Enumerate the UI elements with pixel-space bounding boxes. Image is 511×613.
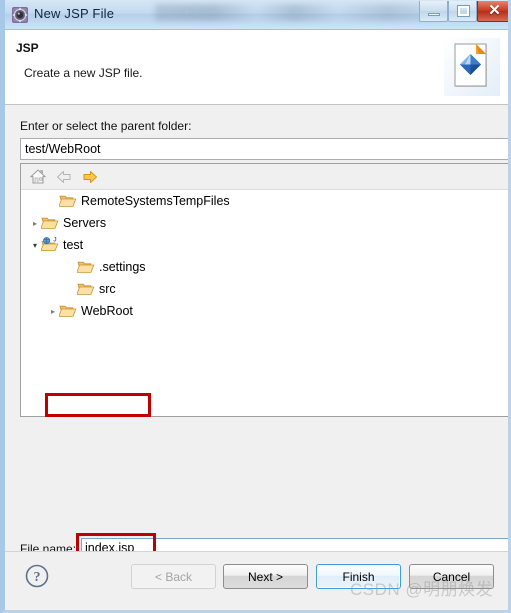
tree-item-label: WebRoot <box>81 304 133 318</box>
cancel-button[interactable]: Cancel <box>409 564 494 589</box>
new-jsp-file-dialog: New JSP File ✕ JSP Create a new JSP file… <box>0 0 511 613</box>
back-button[interactable]: < Back <box>131 564 216 589</box>
minimize-button[interactable] <box>419 1 448 22</box>
dialog-body: Enter or select the parent folder: test/… <box>5 105 508 599</box>
maximize-icon <box>458 6 469 16</box>
folder-tree[interactable]: RemoteSystemsTempFiles Servers J test .s… <box>21 190 508 416</box>
tree-item-label: RemoteSystemsTempFiles <box>81 194 230 208</box>
tree-item-settings[interactable]: .settings <box>21 256 146 278</box>
finish-button[interactable]: Finish <box>316 564 401 589</box>
tree-item-label: test <box>63 238 84 252</box>
page-title: JSP <box>16 41 39 55</box>
help-icon[interactable]: ? <box>25 564 49 588</box>
maximize-button[interactable] <box>448 1 477 22</box>
window-title: New JSP File <box>34 6 115 21</box>
next-button[interactable]: Next > <box>223 564 308 589</box>
title-bar: New JSP File ✕ <box>5 0 508 30</box>
svg-text:?: ? <box>34 570 41 585</box>
folder-icon <box>76 281 95 297</box>
tree-item-test[interactable]: J test <box>21 234 83 256</box>
page-description: Create a new JSP file. <box>24 66 143 80</box>
tree-item-servers[interactable]: Servers <box>21 212 106 234</box>
home-icon[interactable] <box>29 168 47 186</box>
tree-item-label: Servers <box>63 216 107 230</box>
svg-text:J: J <box>53 238 56 244</box>
close-button[interactable]: ✕ <box>477 1 508 22</box>
wizard-header: JSP Create a new JSP file. <box>5 30 508 105</box>
folder-icon <box>40 215 59 231</box>
title-bar-blur-artifact <box>155 4 445 21</box>
tree-item-src[interactable]: src <box>21 278 116 300</box>
dialog-footer: ? < Back Next > Finish Cancel CSDN @明朋焕发 <box>5 551 508 610</box>
parent-folder-input[interactable] <box>20 138 508 160</box>
back-arrow-icon[interactable] <box>55 168 73 186</box>
tree-toolbar <box>21 164 508 190</box>
minimize-icon <box>428 13 440 16</box>
tree-item-label: .settings <box>99 260 146 274</box>
folder-icon <box>58 193 77 209</box>
folder-tree-panel: RemoteSystemsTempFiles Servers J test .s… <box>20 163 508 417</box>
close-icon: ✕ <box>488 2 501 19</box>
jsp-file-icon <box>444 38 500 96</box>
chevron-collapsed-icon[interactable] <box>29 219 41 228</box>
folder-icon <box>58 303 77 319</box>
folder-icon <box>76 259 95 275</box>
parent-folder-label: Enter or select the parent folder: <box>20 119 192 133</box>
gear-icon <box>12 7 28 23</box>
tree-item-webroot[interactable]: WebRoot <box>21 300 133 322</box>
chevron-collapsed-icon[interactable] <box>47 307 59 316</box>
web-project-icon: J <box>40 237 59 253</box>
tree-item-label: src <box>99 282 116 296</box>
tree-item-remotesystemstempfiles[interactable]: RemoteSystemsTempFiles <box>21 190 230 212</box>
forward-arrow-icon[interactable] <box>81 168 99 186</box>
chevron-expanded-icon[interactable] <box>29 241 41 250</box>
